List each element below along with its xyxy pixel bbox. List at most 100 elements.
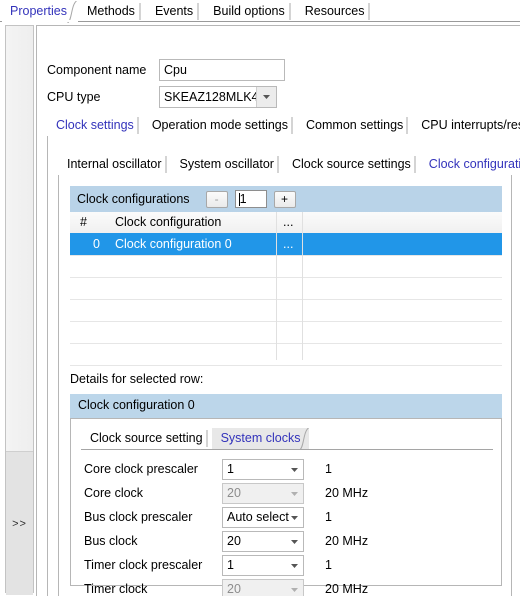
clock-row-value: 20: [227, 582, 241, 596]
subtab-clock-configurations[interactable]: Clock configurations: [420, 154, 520, 175]
cpu-type-label: CPU type: [47, 90, 101, 104]
clock-row-select[interactable]: Auto select: [222, 507, 304, 528]
table-empty-row[interactable]: [70, 343, 502, 366]
row-index: 0: [93, 237, 100, 251]
tab-separator: [363, 1, 375, 23]
tab-common-settings[interactable]: Common settings: [297, 115, 412, 136]
row-name: Clock configuration 0: [115, 237, 232, 251]
remove-configuration-button[interactable]: -: [205, 190, 228, 208]
clock-row-label: Core clock: [84, 486, 144, 500]
clock-row-select: 20: [222, 579, 304, 596]
top-tab-label: Events: [154, 4, 194, 18]
clock-configurations-table[interactable]: # Clock configuration ... 0 Clock configu…: [70, 212, 502, 366]
clock-row-label: Bus clock: [84, 534, 138, 548]
tab-cpu-interrupts-resets[interactable]: CPU interrupts/resets: [412, 115, 520, 136]
top-tab-methods[interactable]: Methods: [77, 1, 145, 22]
subtab-label: Clock configurations: [428, 157, 520, 171]
details-group: Clock source setting System clocks Core c…: [70, 418, 502, 596]
tab-label: Common settings: [306, 118, 404, 132]
top-tab-label: Resources: [304, 4, 365, 18]
top-tab-properties[interactable]: Properties: [0, 1, 77, 23]
table-empty-row[interactable]: [70, 255, 502, 278]
text-caret: [238, 193, 240, 206]
column-divider-2: [302, 212, 303, 360]
collapsed-side-rail: >>: [5, 25, 34, 595]
clock-row-result: 1: [325, 558, 332, 572]
chevron-down-icon[interactable]: [256, 87, 276, 107]
details-tab-clock-source-setting[interactable]: Clock source setting: [81, 428, 212, 449]
subtab-label: System oscillator: [179, 157, 274, 171]
clock-configurations-content: Clock configurations - 1 + # Clock confi…: [58, 175, 512, 596]
expand-rail-button[interactable]: >>: [6, 451, 33, 595]
clock-subtab-bar: Internal oscillator System oscillator Cloc…: [58, 154, 520, 176]
subtab-label: Clock source settings: [291, 157, 411, 171]
subtab-system-oscillator[interactable]: System oscillator: [171, 154, 283, 175]
top-tab-resources[interactable]: Resources: [295, 1, 375, 22]
tab-operation-mode-settings[interactable]: Operation mode settings: [143, 115, 297, 136]
details-caption: Details for selected row:: [70, 372, 204, 386]
properties-page: Component name Cpu CPU type SKEAZ128MLK4…: [36, 25, 520, 596]
clock-row-result: 20 MHz: [325, 534, 369, 548]
tab-label: Operation mode settings: [151, 118, 289, 132]
subtab-clock-source-settings[interactable]: Clock source settings: [283, 154, 420, 175]
active-tab-underline: [2, 20, 78, 22]
component-name-label: Component name: [47, 63, 147, 77]
expand-rail-label: >>: [12, 517, 27, 530]
clock-row-select[interactable]: 1: [222, 555, 304, 576]
clock-row-select[interactable]: 20: [222, 531, 304, 552]
tab-clock-settings[interactable]: Clock settings: [47, 115, 143, 136]
details-title-bar: Clock configuration 0: [70, 394, 502, 418]
row-more-button[interactable]: ...: [283, 233, 293, 255]
clock-row-value: 1: [227, 462, 234, 476]
top-tab-events[interactable]: Events: [145, 1, 203, 22]
tab-label: CPU interrupts/resets: [421, 118, 520, 132]
component-inspector-panel: Properties Methods Events Build options Reso…: [0, 0, 520, 596]
top-tab-bar: Properties Methods Events Build options Reso…: [0, 0, 520, 23]
table-header-row: # Clock configuration ...: [70, 212, 502, 234]
clock-row-label: Bus clock prescaler: [84, 510, 193, 524]
table-empty-row[interactable]: [70, 277, 502, 300]
clock-configurations-title: Clock configurations: [77, 192, 190, 206]
table-row[interactable]: 0 Clock configuration 0...: [70, 233, 502, 256]
clock-row-result: 1: [325, 462, 332, 476]
clock-row-select[interactable]: 1: [222, 459, 304, 480]
clock-row-value: 1: [227, 558, 234, 572]
column-divider-1: [276, 212, 277, 360]
clock-row-value: Auto select: [227, 510, 289, 524]
top-tab-build-options[interactable]: Build options: [203, 1, 295, 22]
subtab-internal-oscillator[interactable]: Internal oscillator: [58, 154, 171, 175]
clock-row-label: Timer clock prescaler: [84, 558, 203, 572]
table-empty-row[interactable]: [70, 321, 502, 344]
subtab-label: Internal oscillator: [67, 157, 162, 171]
clock-settings-content: Internal oscillator System oscillator Cloc…: [47, 136, 520, 596]
chevron-down-icon[interactable]: [291, 556, 298, 575]
top-tab-label: Build options: [213, 4, 285, 18]
tab-label: Clock settings: [56, 118, 134, 132]
clock-row-result: 1: [325, 510, 332, 524]
chevron-down-icon[interactable]: [291, 508, 298, 527]
clock-row-label: Timer clock: [84, 582, 148, 596]
details-tab-system-clocks[interactable]: System clocks: [211, 427, 310, 451]
component-name-input[interactable]: Cpu: [159, 59, 285, 81]
configuration-count-value: 1: [239, 192, 247, 206]
configuration-count-input[interactable]: 1: [234, 190, 267, 208]
column-header-index: #: [80, 215, 87, 229]
chevron-down-icon[interactable]: [291, 460, 298, 479]
add-configuration-button[interactable]: +: [273, 190, 296, 208]
column-header-more: ...: [283, 215, 294, 229]
top-tab-label: Properties: [10, 4, 67, 18]
details-tab-bar: Clock source setting System clocks: [81, 427, 493, 451]
cpu-type-select[interactable]: SKEAZ128MLK4: [159, 86, 277, 108]
clock-row-result: 20 MHz: [325, 486, 369, 500]
column-header-name: Clock configuration: [115, 215, 222, 229]
top-tab-baseline: [0, 21, 520, 22]
chevron-down-icon[interactable]: [291, 532, 298, 551]
chevron-down-icon: [291, 580, 298, 596]
chevron-down-icon: [291, 484, 298, 503]
clock-row-select: 20: [222, 483, 304, 504]
clock-settings-tab-bar: Clock settings Operation mode settings Com…: [47, 115, 520, 137]
cpu-type-value: SKEAZ128MLK4: [164, 90, 259, 104]
details-tab-label: System clocks: [220, 431, 301, 445]
clock-row-value: 20: [227, 486, 241, 500]
table-empty-row[interactable]: [70, 299, 502, 322]
